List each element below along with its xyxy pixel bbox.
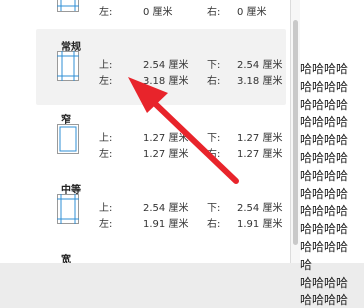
document-text-line: 哈哈哈哈 bbox=[300, 275, 349, 290]
annotation-arrow-icon bbox=[128, 77, 239, 184]
document-text-line: 哈哈哈哈 bbox=[300, 293, 349, 308]
